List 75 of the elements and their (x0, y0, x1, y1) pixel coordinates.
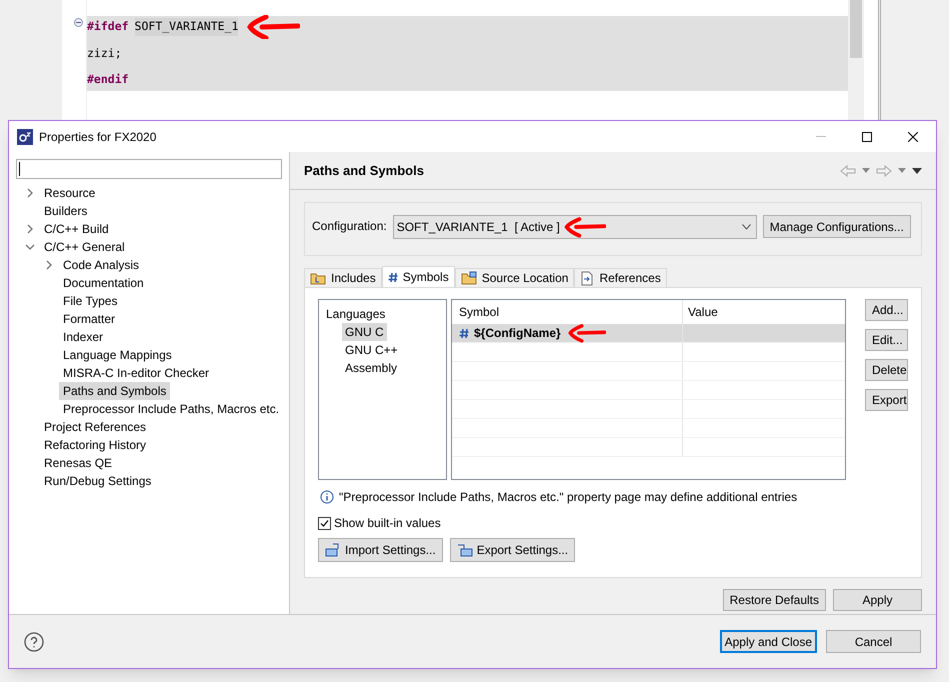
tree-item[interactable]: Builders (40, 202, 92, 220)
chevron-right-icon[interactable] (25, 224, 35, 234)
import-icon (325, 543, 341, 557)
side-button[interactable]: Export (865, 389, 908, 411)
tree-item[interactable]: File Types (59, 292, 122, 310)
tree-item[interactable]: Resource (40, 184, 100, 202)
scrollbar-thumb[interactable] (850, 0, 862, 58)
arrow-annotation-icon (566, 321, 606, 345)
side-button[interactable]: Add... (865, 299, 908, 321)
code-keyword: #endif (87, 71, 129, 88)
side-button[interactable]: Delete (865, 359, 908, 381)
folder-icon (460, 271, 477, 285)
side-button[interactable]: Edit... (865, 329, 908, 351)
chevron-right-icon[interactable] (44, 260, 54, 270)
checkbox-label: Show built-in values (334, 515, 441, 532)
menu-caret-icon[interactable] (912, 168, 922, 174)
checkbox[interactable] (318, 516, 331, 530)
export-settings-button[interactable]: Export Settings... (450, 538, 576, 562)
tab[interactable]: Includes (304, 268, 382, 287)
tree-item[interactable]: Code Analysis (59, 256, 144, 274)
configuration-dropdown[interactable]: SOFT_VARIANTE_1 [ Active ] (392, 215, 757, 239)
language-item[interactable]: GNU C (342, 323, 387, 341)
apply-button[interactable]: Apply (833, 589, 922, 611)
chevron-down-icon[interactable] (25, 242, 35, 252)
tree-item[interactable]: Formatter (59, 310, 120, 328)
column-header[interactable]: Value (683, 300, 718, 324)
tree-item[interactable]: Language Mappings (59, 346, 176, 364)
tree-item[interactable]: MISRA-C In-editor Checker (59, 364, 214, 382)
tree-item[interactable]: Run/Debug Settings (40, 472, 156, 490)
filter-field[interactable] (16, 159, 282, 179)
info-note: "Preprocessor Include Paths, Macros etc." property page may define additional entries (339, 489, 798, 506)
page-title: Paths and Symbols (304, 162, 424, 180)
maximize-icon[interactable] (862, 132, 872, 142)
dropdown-caret-icon[interactable] (898, 168, 906, 173)
folder-icon (310, 271, 326, 285)
tree-item[interactable]: C/C++ General (40, 238, 129, 256)
app-logo-icon (17, 128, 33, 144)
tree-item[interactable]: Documentation (59, 274, 148, 292)
code-keyword: #ifdef (87, 18, 129, 36)
dropdown-caret-icon[interactable] (862, 168, 870, 173)
hash-icon (459, 328, 469, 338)
language-item[interactable]: Assembly (342, 359, 400, 377)
tab[interactable]: Symbols (382, 266, 455, 287)
code-text: SOFT_VARIANTE_1 (134, 18, 238, 36)
language-item[interactable]: GNU C++ (342, 341, 401, 359)
arrow-annotation-icon (244, 15, 300, 39)
tree-item[interactable]: Paths and Symbols (59, 382, 170, 400)
export-icon (456, 543, 473, 557)
restore-defaults-button[interactable]: Restore Defaults (722, 589, 826, 611)
hash-icon (388, 272, 398, 282)
tree-item[interactable]: Project References (40, 418, 150, 436)
list-heading: Languages (326, 306, 386, 323)
import-settings-button[interactable]: Import Settings... (318, 538, 443, 562)
window-title: Properties for FX2020 (39, 128, 156, 146)
tree-item[interactable]: Indexer (59, 328, 108, 346)
tree-item[interactable]: Renesas QE (40, 454, 116, 472)
collapse-icon[interactable] (74, 18, 83, 27)
configuration-label: Configuration: (312, 218, 387, 235)
chevron-right-icon[interactable] (25, 188, 35, 198)
help-icon[interactable] (24, 632, 44, 652)
arrow-annotation-icon (562, 215, 606, 239)
apply-and-close-button[interactable]: Apply and Close (720, 630, 817, 653)
tab[interactable]: References (574, 268, 667, 287)
close-icon[interactable] (908, 132, 918, 142)
tree-item[interactable]: Refactoring History (40, 436, 150, 454)
chevron-down-icon (742, 224, 751, 230)
cancel-button[interactable]: Cancel (826, 630, 921, 653)
manage-configurations-button[interactable]: Manage Configurations... (762, 215, 911, 238)
info-icon (320, 490, 334, 504)
tree-item[interactable]: Preprocessor Include Paths, Macros etc. (59, 400, 284, 418)
code-text: zizi; (87, 44, 122, 62)
symbol-name: ${ConfigName} (474, 325, 561, 342)
table-row[interactable]: ${ConfigName} (452, 324, 845, 343)
tree-item[interactable]: C/C++ Build (40, 220, 113, 238)
tab[interactable]: Source Location (454, 268, 574, 287)
